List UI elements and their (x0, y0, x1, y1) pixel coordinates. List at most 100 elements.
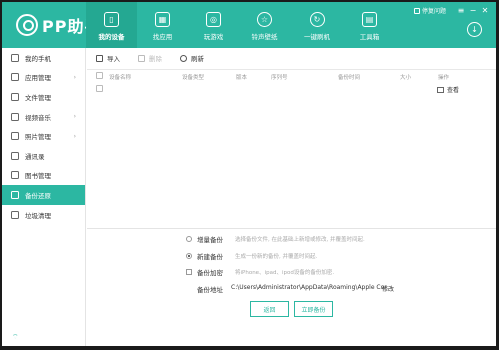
incremental-radio[interactable] (186, 236, 192, 242)
main-nav: ▯ 我的设备 ▦ 找应用 ◎ 玩游戏 ☆ 铃声壁纸 ↻ 一键刷机 ▤ 工具箱 (86, 2, 395, 48)
refresh-icon: ↻ (309, 12, 325, 27)
toolbar: 导入 删除 刷新 (87, 48, 496, 68)
new-backup-option[interactable]: 新建备份 生成一份新的备份, 并覆盖时间起. (186, 251, 317, 261)
nav-label: 工具箱 (359, 33, 380, 41)
close-icon[interactable]: ✕ (480, 6, 490, 15)
contacts-icon (11, 151, 19, 160)
nav-label: 铃声壁纸 (251, 33, 278, 41)
sidebar-item-label: 文件管理 (25, 93, 51, 102)
sidebar-item-label: 通讯录 (25, 152, 45, 161)
backup-icon (11, 190, 19, 199)
video-icon (11, 112, 19, 121)
sidebar-item-photos[interactable]: 照片管理 › (2, 126, 85, 146)
trash-icon (11, 210, 19, 219)
sidebar-item-my-phone[interactable]: 我的手机 (2, 48, 85, 68)
column-device-name[interactable]: 设备名称 (109, 73, 131, 81)
main-panel: 导入 删除 刷新 设备名称 设备类型 版本 序列号 备份时间 大小 操作 查看 … (87, 48, 496, 346)
apps-icon (11, 73, 19, 82)
sidebar-item-cleanup[interactable]: 垃圾清理 (2, 205, 85, 225)
new-backup-radio[interactable] (186, 253, 192, 259)
top-bar: PP助手 ▯ 我的设备 ▦ 找应用 ◎ 玩游戏 ☆ 铃声壁纸 ↻ 一键刷机 ▤ … (2, 2, 496, 48)
sidebar-item-label: 照片管理 (25, 133, 51, 142)
sidebar-item-contacts[interactable]: 通讯录 (2, 146, 85, 166)
wifi-icon[interactable]: ⌔ (12, 333, 19, 342)
table-header: 设备名称 设备类型 版本 序列号 备份时间 大小 操作 (87, 69, 496, 81)
encrypt-label: 备份加密 (197, 269, 223, 277)
view-icon (436, 86, 444, 93)
chevron-right-icon: › (73, 113, 76, 121)
nav-my-device[interactable]: ▯ 我的设备 (86, 2, 137, 48)
download-icon[interactable]: ↓ (467, 22, 482, 37)
delete-button[interactable]: 删除 (138, 53, 162, 63)
incremental-label: 增量备份 (197, 236, 223, 244)
refresh-icon (180, 54, 187, 62)
select-all-checkbox[interactable] (96, 72, 103, 79)
feedback-link[interactable]: 停复问题 (413, 6, 446, 15)
sidebar-item-backup[interactable]: 备份还原 (2, 185, 85, 205)
sidebar-item-label: 备份还原 (25, 191, 51, 200)
photo-icon (11, 132, 19, 141)
apps-icon: ▦ (155, 12, 170, 27)
chevron-right-icon: › (73, 132, 76, 140)
new-backup-desc: 生成一份新的备份, 并覆盖时间起. (235, 254, 318, 260)
toolbox-icon: ▤ (362, 12, 377, 27)
row-checkbox[interactable] (96, 85, 103, 92)
incremental-desc: 选择备份文件, 在此基础上新增或修改, 并覆盖时间起. (235, 237, 365, 243)
window-controls: 停复问题 ≡ − ✕ (413, 6, 490, 15)
nav-games[interactable]: ◎ 玩游戏 (188, 2, 239, 48)
incremental-backup-option[interactable]: 增量备份 选择备份文件, 在此基础上新增或修改, 并覆盖时间起. (186, 234, 365, 244)
sidebar-item-label: 垃圾清理 (25, 211, 51, 220)
refresh-button[interactable]: 刷新 (180, 53, 204, 63)
new-backup-label: 新建备份 (197, 253, 223, 261)
trash-icon (138, 54, 145, 62)
table-row: 查看 (87, 82, 496, 96)
import-label: 导入 (107, 55, 120, 63)
gamepad-icon: ◎ (206, 12, 221, 27)
nav-label: 找应用 (152, 33, 173, 41)
column-size[interactable]: 大小 (400, 73, 411, 81)
column-version[interactable]: 版本 (236, 73, 247, 81)
encrypt-desc: 将iPhone、ipad、ipod设备的备份加密. (235, 270, 335, 276)
import-icon (96, 54, 103, 62)
nav-ringtones[interactable]: ☆ 铃声壁纸 (239, 2, 290, 48)
encrypt-backup-option[interactable]: 备份加密 将iPhone、ipad、ipod设备的备份加密. (186, 267, 334, 277)
nav-toolbox[interactable]: ▤ 工具箱 (344, 2, 395, 48)
feedback-icon (413, 7, 420, 14)
sidebar-item-label: 应用管理 (25, 74, 51, 83)
nav-label: 一键刷机 (304, 33, 330, 41)
column-backup-time[interactable]: 备份时间 (338, 73, 360, 81)
folder-icon (11, 92, 19, 101)
sidebar-item-label: 我的手机 (25, 54, 51, 63)
view-link[interactable]: 查看 (436, 85, 459, 94)
sidebar-item-files[interactable]: 文件管理 (2, 87, 85, 107)
sidebar-item-books[interactable]: 图书管理 (2, 166, 85, 186)
sidebar-item-media[interactable]: 视频音乐 › (2, 107, 85, 127)
sidebar-item-apps[interactable]: 应用管理 › (2, 68, 85, 88)
app-window: PP助手 ▯ 我的设备 ▦ 找应用 ◎ 玩游戏 ☆ 铃声壁纸 ↻ 一键刷机 ▤ … (2, 2, 496, 346)
import-button[interactable]: 导入 (96, 53, 120, 63)
nav-find-apps[interactable]: ▦ 找应用 (137, 2, 188, 48)
phone-icon (11, 53, 19, 62)
chevron-right-icon: › (73, 73, 76, 81)
change-path-link[interactable]: 修改 (382, 284, 394, 293)
minimize-icon[interactable]: − (468, 6, 478, 15)
back-button[interactable]: 返回 (250, 301, 289, 317)
nav-label: 我的设备 (98, 33, 125, 41)
pp-logo-icon (16, 14, 38, 36)
backup-path-value: C:\Users\Administrator\AppData\Roaming\A… (231, 284, 387, 291)
phone-icon: ▯ (104, 12, 119, 27)
sidebar: 我的手机 应用管理 › 文件管理 视频音乐 › 照片管理 › 通讯录 图书管理 (2, 48, 86, 346)
feedback-label: 停复问题 (421, 8, 446, 15)
delete-label: 删除 (149, 55, 162, 63)
nav-flash[interactable]: ↻ 一键刷机 (290, 2, 344, 48)
divider (87, 228, 496, 229)
nav-label: 玩游戏 (203, 33, 224, 41)
menu-icon[interactable]: ≡ (456, 6, 466, 15)
sidebar-item-label: 视频音乐 (25, 113, 51, 122)
column-device-type[interactable]: 设备类型 (182, 73, 204, 81)
start-backup-button[interactable]: 立即备份 (294, 301, 333, 317)
column-serial[interactable]: 序列号 (271, 73, 288, 81)
sidebar-item-label: 图书管理 (25, 172, 51, 181)
star-icon: ☆ (257, 12, 272, 27)
encrypt-checkbox[interactable] (186, 269, 192, 275)
